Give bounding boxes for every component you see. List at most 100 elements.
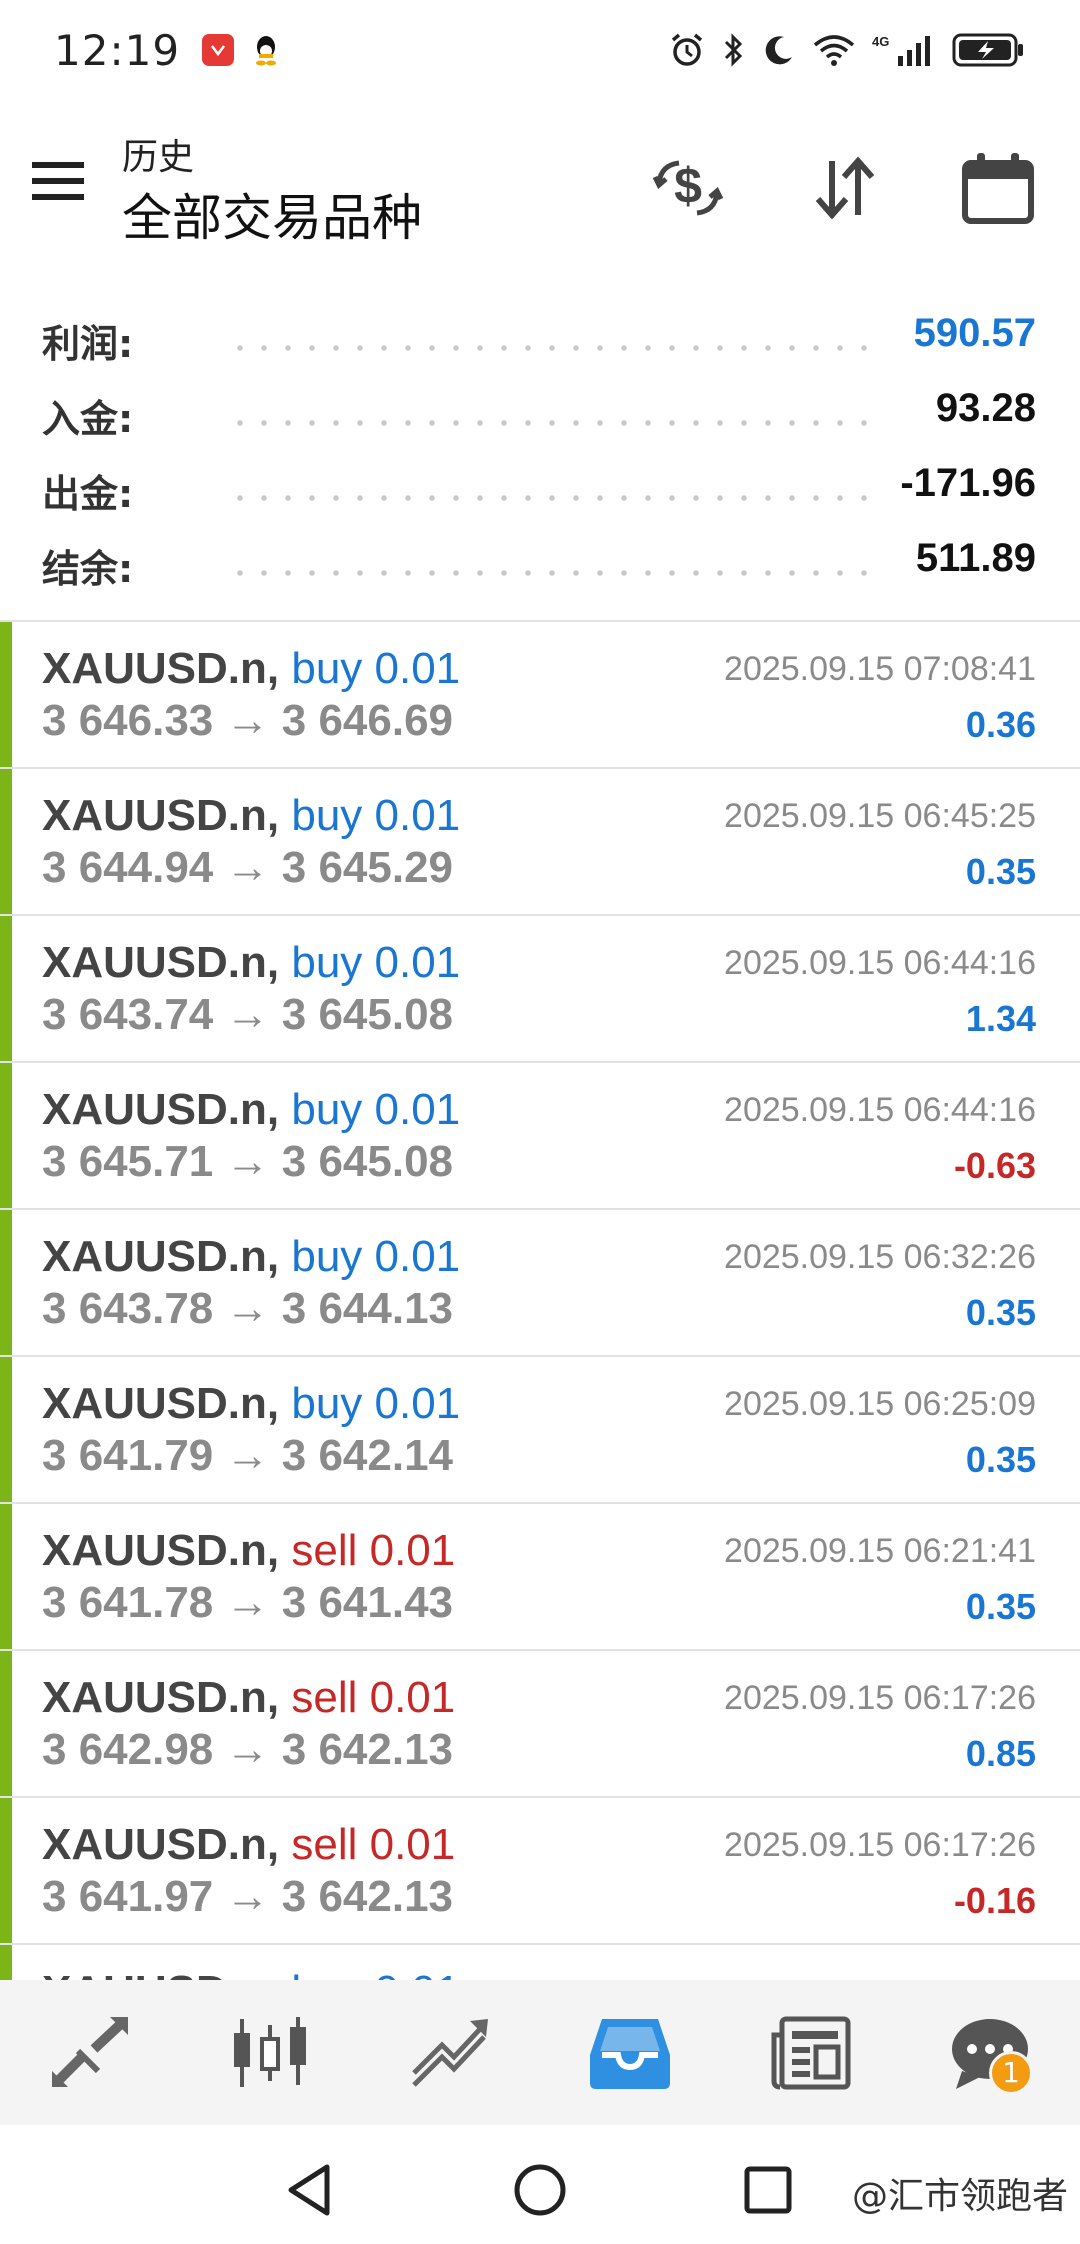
- trade-profit: -0.63: [953, 1145, 1036, 1186]
- trade-side: buy 0.01: [291, 1085, 461, 1134]
- trade-row[interactable]: XAUUSD.n, buy 0.01: [0, 1945, 1080, 1980]
- trade-profit: 1.34: [965, 998, 1036, 1039]
- signal-4g-icon: 4G: [872, 34, 930, 66]
- dot-leader: [228, 420, 880, 426]
- trade-history-list[interactable]: XAUUSD.n, buy 0.01 3 646.33 → 3 646.69 202…: [0, 622, 1080, 1980]
- nav-trade[interactable]: [395, 2003, 505, 2103]
- nav-chat[interactable]: 1: [935, 2003, 1045, 2103]
- header-subtitle: 历史: [122, 137, 195, 178]
- arrow-icon: →: [225, 1872, 270, 1921]
- home-button[interactable]: [505, 2155, 575, 2225]
- bottom-navigation: 1: [0, 1980, 1080, 2125]
- trade-symbol: XAUUSD.n, buy 0.01: [42, 1232, 460, 1282]
- trade-row[interactable]: XAUUSD.n, sell 0.01 3 641.97 → 3 642.13 20…: [0, 1798, 1080, 1945]
- symbol-name: XAUUSD.n,: [42, 644, 280, 693]
- status-notification-icons: [202, 34, 280, 66]
- summary-row-withdrawal: 出金: -171.96: [0, 455, 1080, 516]
- summary-label: 入金:: [42, 397, 134, 441]
- close-price: 3 642.14: [281, 1431, 454, 1480]
- wifi-icon: [813, 35, 855, 66]
- symbol-name: XAUUSD.n,: [42, 1232, 280, 1281]
- close-price: 3 645.08: [281, 1137, 454, 1186]
- trade-symbol: XAUUSD.n, buy 0.01: [42, 1967, 460, 1980]
- calendar-button[interactable]: [958, 148, 1038, 228]
- system-navigation: @汇市领跑者: [0, 2125, 1080, 2244]
- alarm-icon: [671, 33, 703, 66]
- trade-icon: [412, 2018, 488, 2087]
- open-price: 3 642.98: [42, 1725, 214, 1774]
- trade-symbol: XAUUSD.n, buy 0.01: [42, 1085, 460, 1135]
- trade-side: buy 0.01: [291, 1232, 461, 1281]
- trade-row[interactable]: XAUUSD.n, sell 0.01 3 642.98 → 3 642.13 20…: [0, 1651, 1080, 1798]
- trade-prices: 3 644.94 → 3 645.29: [42, 843, 453, 893]
- trade-prices: 3 643.74 → 3 645.08: [42, 990, 453, 1040]
- trade-row[interactable]: XAUUSD.n, buy 0.01 3 643.78 → 3 644.13 202…: [0, 1210, 1080, 1357]
- close-price: 3 645.08: [281, 990, 454, 1039]
- sort-icon: [815, 156, 875, 220]
- open-price: 3 641.79: [42, 1431, 214, 1480]
- close-price: 3 644.13: [281, 1284, 454, 1333]
- trade-row[interactable]: XAUUSD.n, buy 0.01 3 644.94 → 3 645.29 202…: [0, 769, 1080, 916]
- trade-side: sell 0.01: [291, 1526, 456, 1575]
- open-price: 3 641.97: [42, 1872, 214, 1921]
- open-price: 3 643.74: [42, 990, 214, 1039]
- trade-time: 2025.09.15 06:44:16: [724, 944, 1036, 982]
- summary-row-balance: 结余: 511.89: [0, 530, 1080, 591]
- chart-icon: [234, 2016, 306, 2087]
- trade-row[interactable]: XAUUSD.n, buy 0.01 3 646.33 → 3 646.69 202…: [0, 622, 1080, 769]
- trade-symbol: XAUUSD.n, buy 0.01: [42, 644, 460, 694]
- calendar-icon: [962, 153, 1034, 224]
- nav-news[interactable]: [755, 2003, 865, 2103]
- trade-prices: 3 641.97 → 3 642.13: [42, 1872, 453, 1922]
- status-system-icons: 4G: [668, 31, 1026, 69]
- trade-side: sell 0.01: [291, 1673, 456, 1722]
- summary-value: 511.89: [915, 536, 1036, 580]
- trade-prices: 3 641.79 → 3 642.14: [42, 1431, 453, 1481]
- trade-prices: 3 641.78 → 3 641.43: [42, 1578, 453, 1628]
- summary-value: -171.96: [900, 461, 1036, 505]
- trade-row[interactable]: XAUUSD.n, buy 0.01 3 643.74 → 3 645.08 202…: [0, 916, 1080, 1063]
- trade-side: sell 0.01: [291, 1820, 456, 1869]
- huawei-app-icon: [202, 34, 235, 66]
- trade-row[interactable]: XAUUSD.n, sell 0.01 3 641.78 → 3 641.43 20…: [0, 1504, 1080, 1651]
- arrow-icon: →: [225, 1284, 270, 1333]
- arrow-icon: →: [225, 1431, 270, 1480]
- summary-label: 出金:: [42, 472, 134, 516]
- symbol-name: XAUUSD.n,: [42, 1967, 279, 1980]
- dollar-exchange-button[interactable]: $: [648, 148, 728, 228]
- trade-side: buy 0.01: [291, 644, 461, 693]
- nav-quotes[interactable]: [35, 2003, 145, 2103]
- sort-button[interactable]: [805, 148, 885, 228]
- trade-row[interactable]: XAUUSD.n, buy 0.01 3 641.79 → 3 642.14 202…: [0, 1357, 1080, 1504]
- back-button[interactable]: [275, 2155, 345, 2225]
- symbol-name: XAUUSD.n,: [42, 1673, 280, 1722]
- open-price: 3 646.33: [42, 696, 214, 745]
- watermark: @汇市领跑者: [851, 2176, 1068, 2217]
- trade-time: 2025.09.15 06:45:25: [724, 797, 1036, 835]
- trade-profit: 0.35: [965, 1586, 1036, 1627]
- recents-button[interactable]: [733, 2155, 803, 2225]
- arrow-icon: →: [225, 696, 270, 745]
- trade-time: 2025.09.15 06:17:26: [724, 1826, 1036, 1864]
- trade-symbol: XAUUSD.n, sell 0.01: [42, 1673, 455, 1723]
- open-price: 3 641.78: [42, 1578, 214, 1627]
- svg-text:$: $: [674, 158, 702, 214]
- menu-button[interactable]: [30, 160, 90, 210]
- page-title[interactable]: 全部交易品种: [122, 178, 422, 250]
- trade-profit: 0.85: [965, 1733, 1036, 1774]
- symbol-name: XAUUSD.n,: [42, 938, 280, 987]
- back-icon: [288, 2164, 330, 2216]
- close-price: 3 642.13: [281, 1872, 454, 1921]
- nav-chart[interactable]: [215, 2003, 325, 2103]
- symbol-name: XAUUSD.n,: [42, 1379, 280, 1428]
- dot-leader: [228, 570, 880, 576]
- arrow-icon: →: [225, 990, 270, 1039]
- summary-value: 93.28: [935, 386, 1036, 430]
- app-header: 历史 全部交易品种 $: [0, 100, 1080, 275]
- trade-row[interactable]: XAUUSD.n, buy 0.01 3 645.71 → 3 645.08 202…: [0, 1063, 1080, 1210]
- news-icon: [771, 2016, 851, 2089]
- nav-history[interactable]: [575, 2003, 685, 2103]
- close-price: 3 642.13: [281, 1725, 454, 1774]
- trade-symbol: XAUUSD.n, buy 0.01: [42, 938, 460, 988]
- trade-time: 2025.09.15 06:44:16: [724, 1091, 1036, 1129]
